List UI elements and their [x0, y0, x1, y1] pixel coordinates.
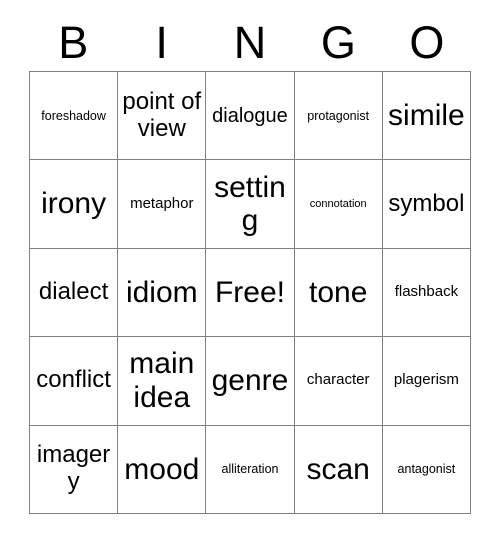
bingo-cell-label: alliteration [221, 462, 279, 477]
bingo-cell[interactable]: dialogue [206, 72, 295, 161]
bingo-cell[interactable]: mood [118, 425, 207, 514]
header-letter-b: B [58, 17, 89, 68]
bingo-cell-label: scan [306, 452, 370, 486]
bingo-cell-label: point of view [122, 87, 202, 142]
bingo-cell[interactable]: scan [294, 425, 383, 514]
bingo-cell[interactable]: conflict [30, 337, 119, 426]
bingo-cell[interactable]: plagerism [382, 337, 471, 426]
bingo-cell-label: dialogue [212, 104, 288, 127]
bingo-cell-label: irony [41, 187, 107, 221]
bingo-cell-label: plagerism [393, 371, 459, 389]
bingo-cell-label: dialect [38, 278, 109, 306]
bingo-cell-label: protagonist [307, 108, 370, 123]
bingo-cell[interactable]: foreshadow [30, 72, 119, 161]
bingo-card: B I N G O foreshadow point of view dialo… [0, 0, 500, 544]
bingo-cell-label: symbol [388, 189, 465, 217]
bingo-cell[interactable]: imagery [30, 425, 119, 514]
bingo-cell-label: connotation [309, 197, 367, 210]
bingo-cell-label: character [306, 371, 370, 389]
bingo-cell-label: tone [309, 275, 368, 309]
bingo-cell[interactable]: metaphor [118, 160, 207, 249]
bingo-free-space-label: Free! [214, 275, 285, 309]
bingo-cell[interactable]: tone [294, 248, 383, 338]
bingo-cell-label: setting [214, 170, 286, 238]
bingo-cell[interactable]: dialect [30, 248, 119, 338]
bingo-cell[interactable]: point of view [118, 72, 207, 161]
bingo-cell[interactable]: alliteration [206, 425, 295, 514]
bingo-cell[interactable]: connotation [294, 160, 383, 249]
header-letter-o: O [409, 17, 445, 68]
bingo-cell[interactable]: protagonist [294, 72, 383, 161]
bingo-cell[interactable]: genre [206, 337, 295, 426]
bingo-cell[interactable]: antagonist [382, 425, 471, 514]
bingo-cell-label: main idea [129, 347, 195, 414]
header-letter-g: G [320, 17, 356, 68]
bingo-cell-label: flashback [394, 283, 459, 301]
bingo-cell[interactable]: simile [382, 72, 471, 161]
bingo-header: B I N G O [29, 14, 471, 71]
bingo-cell[interactable]: irony [30, 160, 119, 249]
bingo-grid: foreshadow point of view dialogue protag… [29, 71, 471, 514]
header-letter-n: N [233, 17, 267, 68]
bingo-cell[interactable]: idiom [118, 248, 207, 338]
bingo-cell[interactable]: symbol [382, 160, 471, 249]
header-letter-i: I [155, 17, 168, 68]
bingo-cell-label: simile [388, 98, 465, 132]
bingo-cell-label: antagonist [397, 462, 456, 477]
bingo-cell[interactable]: setting [206, 160, 295, 249]
bingo-cell-label: conflict [36, 366, 111, 394]
bingo-cell-label: foreshadow [41, 108, 106, 123]
bingo-cell-label: idiom [125, 275, 198, 309]
bingo-cell-label: genre [211, 364, 289, 398]
bingo-free-space[interactable]: Free! [206, 248, 295, 338]
bingo-cell[interactable]: main idea [118, 337, 207, 426]
bingo-cell[interactable]: flashback [382, 248, 471, 338]
bingo-cell-label: mood [124, 452, 200, 486]
bingo-cell-label: metaphor [130, 194, 194, 212]
bingo-cell-label: imagery [36, 441, 111, 496]
bingo-cell[interactable]: character [294, 337, 383, 426]
